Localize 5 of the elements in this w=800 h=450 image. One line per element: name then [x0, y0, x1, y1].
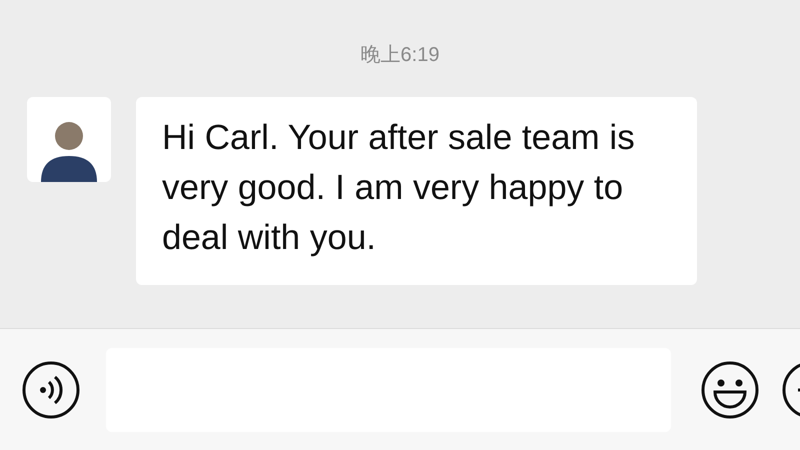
- avatar-photo-placeholder[interactable]: [27, 97, 111, 182]
- message-timestamp: 晚上6:19: [360, 43, 440, 68]
- message-bubble: Hi Carl. Your after sale team is very good. I am very happy to deal with you.: [136, 97, 697, 285]
- emoji-icon[interactable]: [700, 360, 760, 420]
- voice-icon[interactable]: [22, 360, 80, 418]
